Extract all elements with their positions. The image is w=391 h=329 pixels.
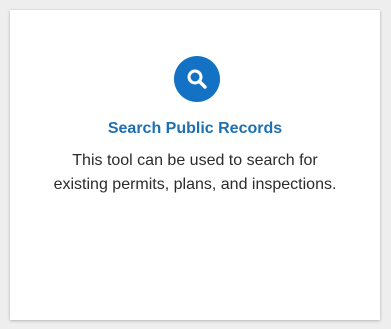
search-icon[interactable] [174,56,220,102]
search-public-records-card[interactable]: Search Public Records This tool can be u… [10,10,380,320]
card-title-link[interactable]: Search Public Records [10,120,380,138]
card-description: This tool can be used to search for exis… [53,152,337,193]
